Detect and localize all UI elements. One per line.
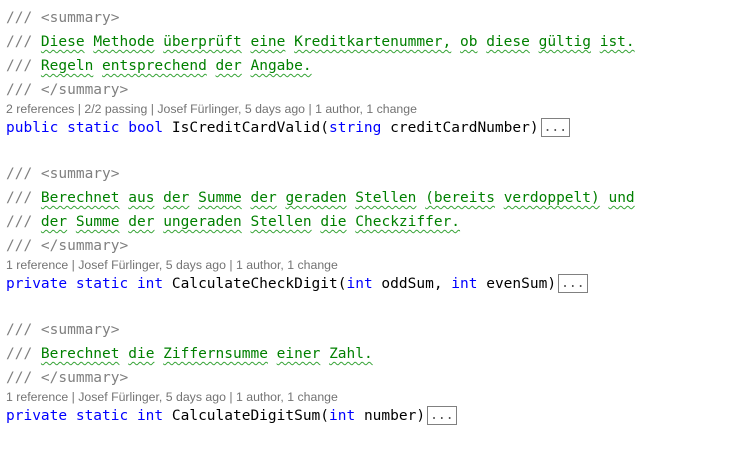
doc-word: gültig (538, 34, 591, 50)
doc-word: der (128, 214, 155, 230)
method-modifiers: private static int (6, 276, 164, 292)
method-name: CalculateCheckDigit (171, 276, 338, 292)
summary-open-tag: /// <summary> (6, 322, 120, 338)
codelens-separator: | (150, 102, 154, 116)
doc-word: Diese (40, 34, 85, 50)
codelens-separator: | (308, 102, 312, 116)
doc-word: geraden (285, 190, 347, 206)
summary-close-tag: /// </summary> (6, 82, 129, 98)
doc-word: überprüft (163, 34, 242, 50)
doc-word: Ziffernsumme (163, 346, 268, 362)
method-signature: private static int CalculateDigitSum(int… (6, 404, 726, 428)
codelens-separator: | (229, 390, 233, 404)
comment-prefix: /// (6, 58, 41, 74)
summary-open-tag: /// <summary> (6, 166, 120, 182)
doc-word: diese (486, 34, 530, 50)
doc-word: Summe (75, 214, 120, 230)
method-block: /// <summary> /// Diese Methode überprüft… (6, 6, 726, 140)
doc-word: entsprechend (102, 58, 207, 74)
codelens-author-link[interactable]: Josef Fürlinger, 5 days ago (78, 390, 226, 404)
param-name: creditCardNumber (390, 120, 530, 136)
summary-open-tag: /// <summary> (6, 10, 120, 26)
doc-word: Regeln (40, 58, 94, 74)
doc-word: der (215, 58, 242, 74)
doc-word: die (320, 214, 347, 230)
method-name: IsCreditCardValid (171, 120, 321, 136)
doc-word: der (163, 190, 190, 206)
method-block: /// <summary> /// Berechnet aus der Summe… (6, 162, 726, 296)
doc-word: ist. (599, 34, 635, 50)
doc-word: einer (276, 346, 321, 362)
summary-close-tag: /// </summary> (6, 370, 129, 386)
doc-comment-line: /// Regeln entsprechend der Angabe. (6, 54, 726, 78)
doc-word: Berechnet (40, 346, 120, 362)
doc-word: verdoppelt) (503, 190, 600, 206)
doc-word: Checkziffer. (355, 214, 461, 230)
codelens-bar: 1 reference | Josef Fürlinger, 5 days ag… (6, 258, 726, 273)
doc-word: Summe (198, 190, 242, 206)
doc-word: Zahl. (329, 346, 373, 362)
param-type: int (329, 408, 356, 424)
collapsed-region-button[interactable]: ... (540, 117, 571, 137)
codelens-references-link[interactable]: 2 references (6, 102, 74, 116)
collapsed-region-button[interactable]: ... (558, 273, 588, 293)
doc-word: Stellen (250, 214, 312, 230)
doc-word: (bereits (425, 190, 495, 206)
param-name: oddSum (381, 276, 434, 292)
doc-word: aus (128, 190, 155, 206)
comment-prefix: /// (6, 346, 41, 362)
doc-word: ob (460, 34, 478, 50)
param-type: string (329, 120, 382, 136)
doc-comment-line: /// der Summe der ungeraden Stellen die … (6, 210, 726, 234)
codelens-changes-link[interactable]: 1 author, 1 change (236, 258, 338, 272)
param-type: int (346, 276, 373, 292)
comment-prefix: /// (6, 190, 41, 206)
codelens-author-link[interactable]: Josef Fürlinger, 5 days ago (78, 258, 226, 272)
codelens-bar: 1 reference | Josef Fürlinger, 5 days ag… (6, 390, 726, 405)
doc-word: die (128, 346, 155, 362)
doc-comment-line: /// Diese Methode überprüft eine Kreditk… (6, 30, 726, 54)
codelens-separator: | (71, 258, 75, 272)
codelens-bar: 2 references | 2/2 passing | Josef Fürli… (6, 102, 726, 117)
doc-word: Stellen (355, 190, 417, 206)
summary-close-tag: /// </summary> (6, 238, 129, 254)
collapsed-region-button[interactable]: ... (427, 405, 457, 425)
comment-prefix: /// (6, 214, 41, 230)
codelens-changes-link[interactable]: 1 author, 1 change (236, 390, 338, 404)
doc-word: der (40, 214, 68, 230)
method-modifiers: public static bool (6, 120, 164, 136)
doc-word: Angabe. (250, 58, 312, 74)
doc-word: Berechnet (40, 190, 120, 206)
doc-comment-line: /// Berechnet die Ziffernsumme einer Zah… (6, 342, 726, 366)
codelens-separator: | (77, 102, 81, 116)
doc-word: und (608, 190, 635, 206)
method-modifiers: private static int (6, 408, 164, 424)
param-name: number (363, 408, 417, 424)
method-name: CalculateDigitSum (171, 408, 321, 424)
doc-word: der (250, 190, 277, 206)
codelens-changes-link[interactable]: 1 author, 1 change (315, 102, 417, 116)
comment-prefix: /// (6, 34, 41, 50)
param-type: int (451, 276, 478, 292)
doc-word: Kreditkartenummer, (294, 34, 452, 50)
codelens-author-link[interactable]: Josef Fürlinger, 5 days ago (157, 102, 305, 116)
doc-comment-line: /// Berechnet aus der Summe der geraden … (6, 186, 726, 210)
codelens-tests-link[interactable]: 2/2 passing (84, 102, 147, 116)
codelens-separator: | (229, 258, 233, 272)
method-block: /// <summary> /// Berechnet die Ziffernsu… (6, 318, 726, 428)
codelens-references-link[interactable]: 1 reference (6, 390, 68, 404)
doc-word: ungeraden (163, 214, 242, 230)
method-signature: public static bool IsCreditCardValid(str… (6, 116, 726, 140)
code-editor[interactable]: /// <summary> /// Diese Methode überprüft… (6, 6, 726, 450)
codelens-separator: | (71, 390, 75, 404)
doc-word: Methode (93, 34, 155, 50)
method-signature: private static int CalculateCheckDigit(i… (6, 272, 726, 296)
param-name: evenSum (486, 276, 548, 292)
doc-word: eine (250, 34, 286, 50)
codelens-references-link[interactable]: 1 reference (6, 258, 68, 272)
